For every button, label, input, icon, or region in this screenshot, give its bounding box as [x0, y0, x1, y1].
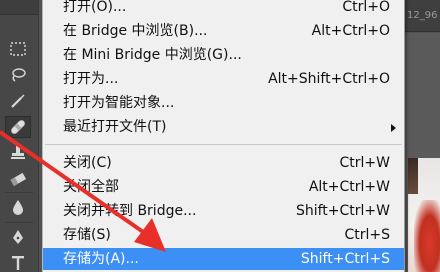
brush-selection-icon: [11, 94, 25, 108]
photoshop-window: 12_96 打开(O)... Ctrl+O 在 Bridge 中浏览(B)...…: [0, 0, 440, 272]
stamp-icon: [11, 146, 25, 159]
menu-item-close-all[interactable]: 关闭全部 Alt+Ctrl+W: [43, 176, 404, 198]
droplet-icon: [13, 200, 23, 215]
menu-item-browse-in-mini-bridge[interactable]: 在 Mini Bridge 中浏览(G)...: [43, 44, 404, 66]
menu-item-label: 关闭全部: [63, 179, 119, 195]
menu-item-label: 关闭并转到 Bridge...: [63, 203, 197, 219]
menu-item-shortcut: Ctrl+W: [339, 155, 390, 171]
menu-item-label: 在 Mini Bridge 中浏览(G)...: [63, 47, 242, 63]
document-image-red-object: [414, 200, 440, 272]
blur-tool[interactable]: [5, 196, 31, 218]
menu-item-shortcut: Ctrl+S: [344, 227, 390, 243]
clone-stamp-tool[interactable]: [5, 142, 31, 164]
marquee-icon: [10, 42, 26, 56]
healing-brush-tool[interactable]: [5, 116, 31, 138]
menu-item-open-as-smart-object[interactable]: 打开为智能对象...: [43, 92, 404, 114]
menu-item-shortcut: Ctrl+O: [342, 0, 390, 15]
menu-item-label: 存储为(A)...: [63, 251, 139, 267]
menu-item-shortcut: Shift+Ctrl+S: [300, 251, 390, 267]
toolbar-divider: [5, 222, 33, 223]
menu-item-label: 最近打开文件(T): [63, 119, 167, 135]
lasso-icon: [12, 68, 26, 82]
text-tool[interactable]: [5, 252, 31, 272]
menu-item-label: 存储(S): [63, 227, 111, 243]
menu-item-open[interactable]: 打开(O)... Ctrl+O: [43, 0, 404, 18]
tools-panel-header: [0, 0, 38, 15]
menu-item-save[interactable]: 存储(S) Ctrl+S: [43, 224, 404, 246]
eraser-tool[interactable]: [5, 168, 31, 190]
toolbar-divider: [5, 192, 33, 193]
menu-item-close[interactable]: 关闭(C) Ctrl+W: [43, 152, 404, 174]
menu-item-label: 打开为...: [63, 71, 119, 87]
quick-selection-tool[interactable]: [5, 90, 31, 112]
eraser-icon: [10, 172, 27, 186]
lasso-tool[interactable]: [5, 64, 31, 86]
pen-tool[interactable]: [5, 226, 31, 248]
type-icon: [12, 256, 24, 270]
menu-item-browse-in-bridge[interactable]: 在 Bridge 中浏览(B)... Alt+Ctrl+O: [43, 20, 404, 42]
tools-panel: [0, 0, 39, 272]
bandage-icon: [11, 120, 25, 134]
menu-item-close-and-go-to-bridge[interactable]: 关闭并转到 Bridge... Shift+Ctrl+W: [43, 200, 404, 222]
file-menu-dropdown: 打开(O)... Ctrl+O 在 Bridge 中浏览(B)... Alt+C…: [42, 0, 405, 272]
menu-item-shortcut: Shift+Ctrl+W: [295, 203, 390, 219]
marquee-tool[interactable]: [5, 38, 31, 60]
menu-item-label: 关闭(C): [63, 155, 112, 171]
menu-item-shortcut: Alt+Shift+Ctrl+O: [268, 71, 390, 87]
menu-item-open-recent[interactable]: 最近打开文件(T): [43, 116, 404, 138]
document-image-shadow: [408, 158, 418, 194]
menu-item-label: 打开为智能对象...: [63, 95, 175, 111]
menu-item-open-as[interactable]: 打开为... Alt+Shift+Ctrl+O: [43, 68, 404, 90]
menu-item-shortcut: Alt+Ctrl+O: [311, 23, 390, 39]
menu-item-label: 打开(O)...: [63, 0, 127, 15]
menu-item-save-as[interactable]: 存储为(A)... Shift+Ctrl+S: [43, 248, 404, 270]
document-tab[interactable]: 12_96: [405, 0, 440, 32]
menu-separator: [45, 144, 402, 145]
pen-nib-icon: [13, 230, 23, 244]
menu-item-label: 在 Bridge 中浏览(B)...: [63, 23, 208, 39]
submenu-arrow-icon: [391, 124, 396, 132]
menu-item-shortcut: Alt+Ctrl+W: [308, 179, 390, 195]
